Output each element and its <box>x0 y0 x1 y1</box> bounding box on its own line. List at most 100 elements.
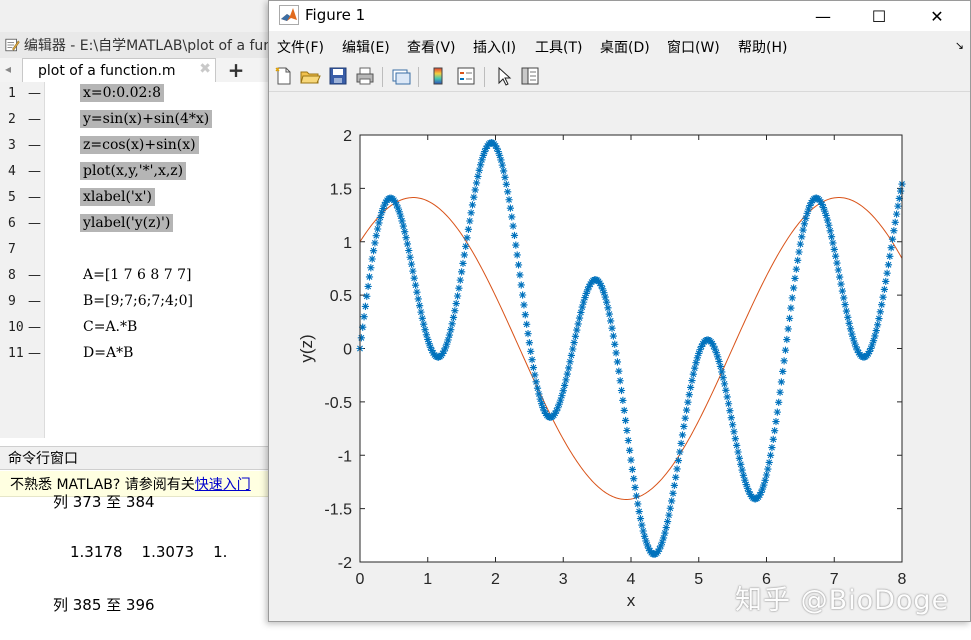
breakpoint-marker[interactable]: — <box>28 86 41 101</box>
y-tick-label: 0 <box>343 342 352 359</box>
star-marker <box>832 252 840 260</box>
new-figure-icon[interactable] <box>273 65 295 87</box>
y-tick-label: -1.5 <box>324 502 352 519</box>
star-marker <box>520 301 528 309</box>
edit-plot-cursor-icon[interactable] <box>493 65 515 87</box>
star-marker <box>692 359 700 367</box>
print-icon[interactable] <box>354 65 376 87</box>
star-marker <box>822 211 830 220</box>
star-marker <box>796 240 804 248</box>
save-icon[interactable] <box>327 65 349 87</box>
breakpoint-marker[interactable]: — <box>28 138 41 153</box>
maximize-button[interactable]: ☐ <box>856 1 902 31</box>
property-inspector-icon[interactable] <box>519 65 541 87</box>
breakpoint-marker[interactable]: — <box>28 190 41 205</box>
code-line[interactable]: 6 — ylabel('y(z)') <box>0 212 272 238</box>
x-tick-label: 4 <box>627 571 636 588</box>
star-marker <box>510 231 519 240</box>
star-marker <box>364 282 372 291</box>
star-marker <box>884 261 893 269</box>
star-marker <box>365 273 374 281</box>
menu-overflow-icon[interactable]: ↘ <box>955 39 964 52</box>
star-marker <box>764 465 772 473</box>
star-marker <box>603 298 611 306</box>
star-marker <box>476 161 485 169</box>
menu-tools[interactable]: 工具(T) <box>535 37 582 57</box>
toolbar-separator <box>484 67 485 87</box>
menu-file[interactable]: 文件(F) <box>277 37 324 57</box>
star-marker <box>619 396 627 405</box>
star-marker <box>772 417 780 426</box>
code-line[interactable]: 7 <box>0 238 272 264</box>
star-marker <box>521 311 529 319</box>
figure-plot-area[interactable]: 012345678 -2 -1.5 -1 -0.5 0 0.5 1 1.5 2 x y(z) <box>269 92 970 621</box>
new-tab-button[interactable]: + <box>222 58 250 82</box>
tab-plot-of-a-function[interactable]: plot of a function.m ✖ <box>22 58 216 82</box>
menu-window[interactable]: 窗口(W) <box>667 37 720 57</box>
star-marker <box>768 443 776 452</box>
minimize-button[interactable]: — <box>800 1 846 31</box>
star-marker <box>506 204 515 212</box>
code-line[interactable]: 11 — D=A*B <box>0 342 272 368</box>
tab-close-icon[interactable]: ✖ <box>199 61 211 77</box>
star-marker <box>449 313 458 322</box>
star-marker <box>734 448 742 456</box>
breakpoint-marker[interactable]: — <box>28 112 41 127</box>
breakpoint-marker[interactable]: — <box>28 294 41 309</box>
menu-desktop[interactable]: 桌面(D) <box>600 37 650 57</box>
star-marker <box>561 381 569 390</box>
star-marker <box>444 336 452 344</box>
star-marker <box>875 314 883 323</box>
menu-help[interactable]: 帮助(H) <box>738 37 787 57</box>
open-file-icon[interactable] <box>299 65 321 87</box>
code-line[interactable]: 4 — plot(x,y,'*',x,z) <box>0 160 272 186</box>
star-marker <box>848 330 856 338</box>
menu-edit[interactable]: 编辑(E) <box>342 37 390 57</box>
star-marker <box>888 235 897 243</box>
breakpoint-marker[interactable]: — <box>28 164 41 179</box>
close-button[interactable]: ✕ <box>914 1 960 31</box>
line-number: 9 <box>8 294 16 309</box>
star-marker <box>456 276 464 284</box>
star-marker <box>791 274 799 282</box>
star-marker <box>727 414 735 422</box>
code-line[interactable]: 5 — xlabel('x') <box>0 186 272 212</box>
star-marker <box>575 314 584 322</box>
command-window-output[interactable]: 列 373 至 384 1.3178 1.3073 1. 列 385 至 396 <box>0 493 272 640</box>
breakpoint-marker[interactable]: — <box>28 268 41 283</box>
code-line[interactable]: 8 — A=[1 7 6 8 7 7] <box>0 264 272 290</box>
star-marker <box>784 325 792 333</box>
code-line[interactable]: 2 — y=sin(x)+sin(4*x) <box>0 108 272 134</box>
breakpoint-marker[interactable]: — <box>28 216 41 231</box>
menu-view[interactable]: 查看(V) <box>407 37 456 57</box>
star-marker <box>505 196 513 204</box>
star-marker <box>367 264 375 272</box>
link-plot-icon[interactable] <box>390 65 412 87</box>
code-line[interactable]: 9 — B=[9;7;6;7;4;0] <box>0 290 272 316</box>
tab-scroll-left-icon[interactable]: ◂ <box>5 62 11 76</box>
breakpoint-marker[interactable]: — <box>28 320 41 335</box>
star-marker <box>502 180 510 188</box>
line-number: 3 <box>8 138 16 153</box>
star-marker <box>497 156 505 164</box>
star-marker <box>471 186 479 194</box>
menu-insert[interactable]: 插入(I) <box>473 37 516 57</box>
editor-app-icon <box>5 38 20 52</box>
star-marker <box>524 330 532 338</box>
star-marker <box>375 219 383 227</box>
code-line[interactable]: 1 — x=0:0.02:8 <box>0 82 272 108</box>
legend-icon[interactable] <box>455 65 477 87</box>
code-line[interactable]: 3 — z=cos(x)+sin(x) <box>0 134 272 160</box>
star-marker <box>799 226 807 234</box>
code-editor[interactable]: 1 — x=0:0.02:8 2 — y=sin(x)+sin(4*x) 3 — z=cos(x… <box>0 82 272 438</box>
quick-start-link[interactable]: 快速入门 <box>195 474 251 494</box>
line-number: 10 <box>8 320 24 335</box>
breakpoint-marker[interactable]: — <box>28 346 41 361</box>
code-text: xlabel('x') <box>80 188 155 206</box>
star-marker <box>628 465 636 474</box>
plot-canvas[interactable]: 012345678 -2-1.5-1-0.500.511.52 x y(z) <box>269 92 970 621</box>
star-marker <box>634 500 642 508</box>
colorbar-icon[interactable] <box>427 65 449 87</box>
code-line[interactable]: 10 — C=A.*B <box>0 316 272 342</box>
star-marker <box>531 371 539 379</box>
